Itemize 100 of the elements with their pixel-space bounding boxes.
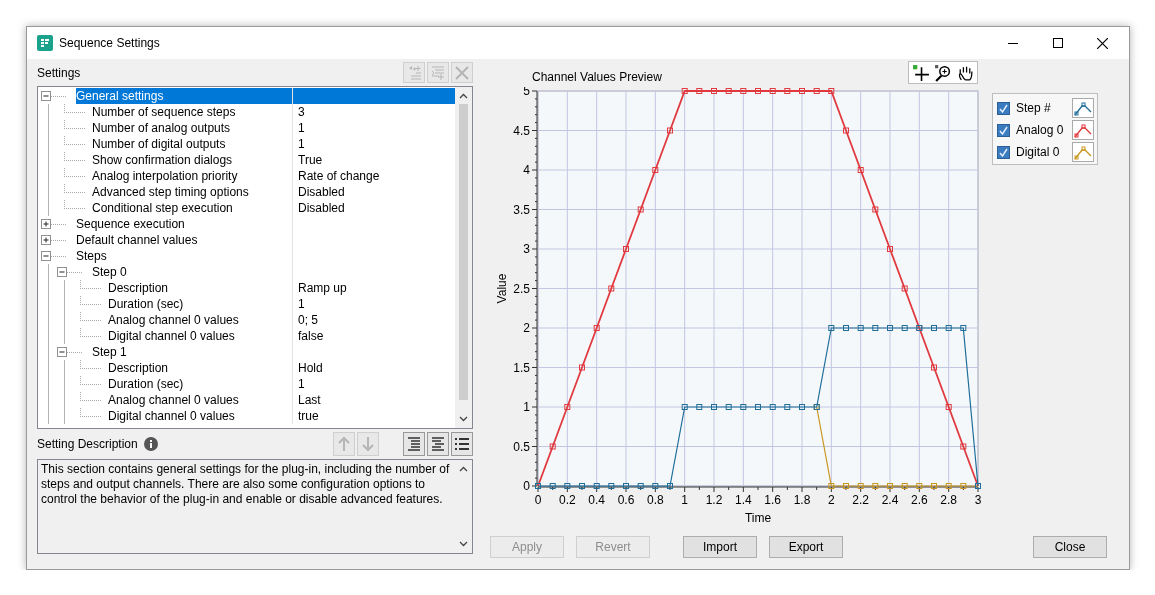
- setting-name: Step 1: [92, 344, 127, 360]
- point: [725, 404, 732, 410]
- insert-row-icon: [430, 64, 446, 81]
- tree-row[interactable]: General settings: [38, 88, 455, 104]
- tree-row[interactable]: Conditional step execution Disabled: [38, 200, 455, 216]
- point: [887, 325, 893, 331]
- list-button[interactable]: [403, 432, 425, 456]
- legend-label: Analog 0: [1016, 122, 1065, 139]
- setting-name: Conditional step execution: [92, 200, 233, 216]
- point: [857, 325, 864, 331]
- plot-style-icon[interactable]: [1072, 142, 1094, 162]
- point: [931, 325, 937, 331]
- x-tick-label: 2.6: [911, 493, 928, 507]
- point: [887, 483, 893, 489]
- x-tick-label: 2: [828, 493, 835, 507]
- collapse-icon[interactable]: [41, 251, 51, 261]
- setting-name: Sequence execution: [76, 216, 185, 232]
- plot-style-icon[interactable]: [1072, 98, 1094, 118]
- point: [696, 88, 703, 94]
- checkbox[interactable]: [997, 123, 1010, 137]
- y-tick-label: 4: [523, 163, 530, 177]
- setting-name: Analog channel 0 values: [108, 392, 239, 408]
- tree-row[interactable]: Number of sequence steps 3: [38, 104, 455, 120]
- tree-row[interactable]: Description Hold: [38, 360, 455, 376]
- scroll-up-icon[interactable]: [459, 93, 468, 99]
- tree-row[interactable]: Show confirmation dialogs True: [38, 152, 455, 168]
- maximize-icon[interactable]: [1052, 38, 1063, 48]
- setting-value: 1: [298, 121, 305, 135]
- scroll-down-icon[interactable]: [459, 541, 468, 547]
- setting-value: 1: [298, 377, 305, 391]
- x-axis-title: Time: [744, 511, 772, 525]
- point: [843, 325, 849, 331]
- tree-row[interactable]: Duration (sec) 1: [38, 376, 455, 392]
- setting-name: Show confirmation dialogs: [92, 152, 233, 168]
- point: [725, 88, 732, 94]
- x-tick-label: 0.2: [559, 493, 576, 507]
- tree-row[interactable]: Number of analog outputs 1: [38, 120, 455, 136]
- x-tick-label: 0: [534, 493, 542, 507]
- dialog-button[interactable]: Import: [683, 536, 757, 558]
- point: [740, 404, 747, 410]
- tree-row[interactable]: Advanced step timing options Disabled: [38, 184, 455, 200]
- point: [769, 88, 776, 94]
- tree-row[interactable]: Number of digital outputs 1: [38, 136, 455, 152]
- app-icon: [37, 35, 53, 51]
- y-tick-label: 2: [523, 321, 530, 335]
- setting-name: General settings: [76, 88, 292, 104]
- point: [564, 483, 571, 489]
- zoom-icon[interactable]: [934, 63, 952, 82]
- collapse-icon[interactable]: [57, 347, 67, 357]
- checkbox[interactable]: [997, 101, 1010, 115]
- description-text: This section contains general settings for the plug-in, including the number of steps and output channels. There are also some configuration options to control the behavior of the plug-in and enable or disable advanced features.: [40, 461, 451, 508]
- list-button[interactable]: [427, 432, 449, 456]
- tree-row[interactable]: Step 0: [38, 264, 455, 280]
- plot-style-icon[interactable]: [1072, 120, 1094, 140]
- point: [828, 483, 835, 489]
- dialog-button[interactable]: Close: [1033, 536, 1107, 558]
- point: [887, 246, 893, 252]
- tree-row[interactable]: Duration (sec) 1: [38, 296, 455, 312]
- point: [784, 88, 791, 94]
- tree-row[interactable]: Analog interpolation priority Rate of change: [38, 168, 455, 184]
- collapse-icon[interactable]: [57, 267, 67, 277]
- legend-label: Digital 0: [1016, 144, 1061, 161]
- x-tick-label: 3: [974, 493, 982, 507]
- scroll-up-icon[interactable]: [459, 466, 468, 472]
- bullet-list-button[interactable]: [451, 432, 473, 456]
- setting-name: Description: [108, 360, 169, 376]
- point: [872, 325, 879, 331]
- point: [593, 483, 600, 489]
- expand-icon[interactable]: [41, 235, 51, 245]
- tree-row[interactable]: Digital channel 0 values false: [38, 328, 455, 344]
- tree-row[interactable]: Analog channel 0 values 0; 5: [38, 312, 455, 328]
- setting-name: Analog interpolation priority: [92, 168, 238, 184]
- description-label: Setting Description: [37, 436, 138, 453]
- collapse-icon[interactable]: [41, 91, 51, 101]
- point: [769, 404, 776, 410]
- tree-row[interactable]: Analog channel 0 values Last: [38, 392, 455, 408]
- setting-value: True: [298, 153, 323, 167]
- crosshair-icon[interactable]: [912, 63, 930, 82]
- point: [945, 483, 952, 489]
- checkbox[interactable]: [997, 145, 1010, 159]
- x-tick-label: 1.8: [793, 493, 811, 507]
- point: [549, 443, 556, 450]
- point: [828, 88, 835, 94]
- expand-icon[interactable]: [41, 219, 51, 229]
- point: [623, 246, 629, 252]
- y-axis-title: Value: [495, 273, 509, 304]
- tree-row[interactable]: Step 1: [38, 344, 455, 360]
- scroll-down-icon[interactable]: [459, 416, 468, 422]
- point: [799, 404, 805, 410]
- close-icon[interactable]: [1097, 37, 1108, 49]
- x-tick-label: 1.4: [735, 493, 752, 507]
- point: [945, 404, 952, 410]
- dialog-button[interactable]: Export: [769, 536, 843, 558]
- tree-row[interactable]: Description Ramp up: [38, 280, 455, 296]
- point: [681, 88, 688, 94]
- scrollbar-thumb[interactable]: [459, 104, 468, 400]
- minimize-icon[interactable]: [1007, 42, 1018, 44]
- tree-row[interactable]: Digital channel 0 values true: [38, 408, 455, 424]
- x-tick-label: 2.4: [881, 493, 899, 507]
- up-arrow-icon: [336, 436, 352, 452]
